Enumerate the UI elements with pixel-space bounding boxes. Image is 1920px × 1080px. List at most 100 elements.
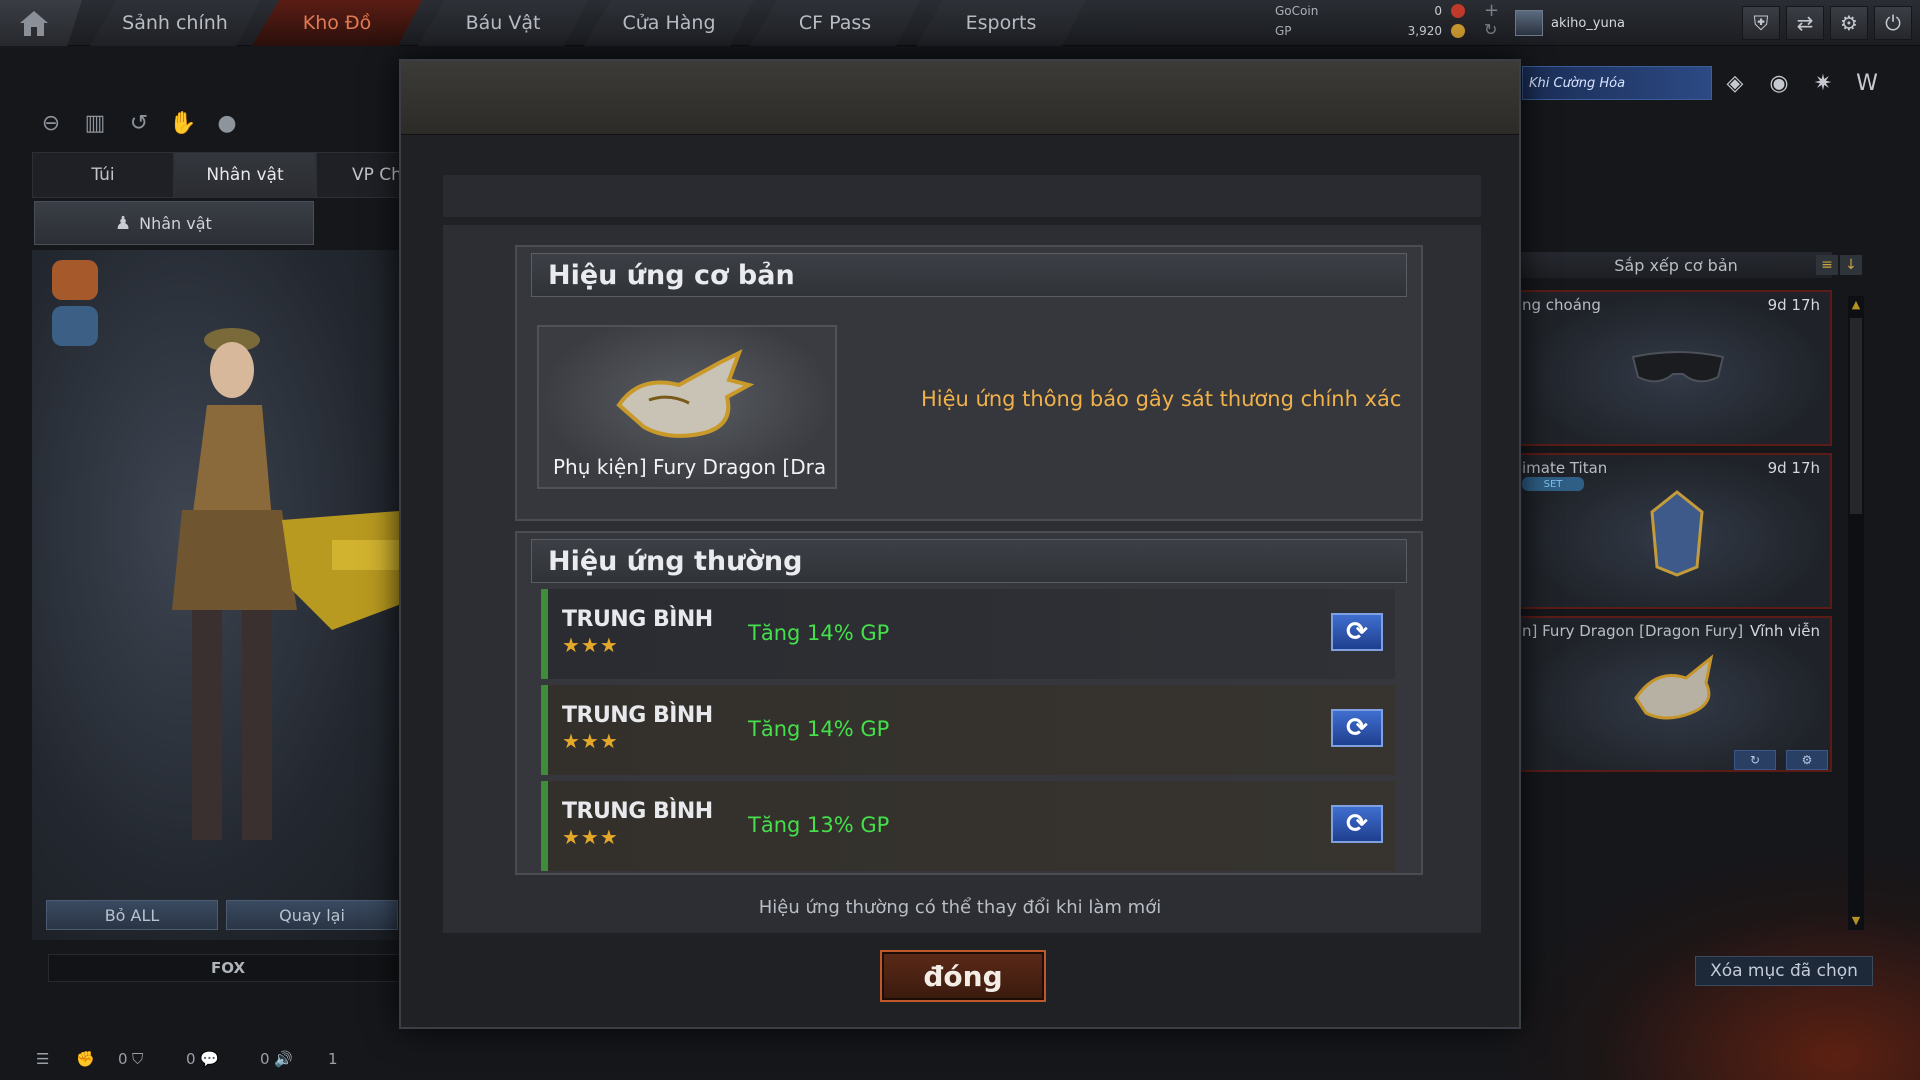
item-time: 9d 17h bbox=[1767, 459, 1820, 477]
refresh-effect-button[interactable]: ⟳ bbox=[1331, 613, 1383, 651]
rotate-icon[interactable]: ↺ bbox=[124, 108, 154, 138]
weapon-enhance-icon[interactable]: ✷ bbox=[1808, 68, 1838, 98]
gloves-icon: ✊ bbox=[76, 1050, 95, 1068]
dialog-header bbox=[401, 61, 1519, 135]
gear-icon[interactable]: ⚙ bbox=[1830, 6, 1868, 40]
refresh-currency-icon[interactable]: ↻ bbox=[1484, 20, 1497, 39]
chat-icon: 💬 bbox=[200, 1050, 219, 1068]
goggles-icon bbox=[1631, 351, 1725, 383]
avatar bbox=[1515, 10, 1543, 36]
refresh-icon: ⟳ bbox=[1346, 617, 1368, 647]
item-card[interactable]: n] Fury Dragon [Dragon Fury] Vĩnh viễn ↻… bbox=[1520, 616, 1832, 772]
item-name: imate Titan bbox=[1522, 459, 1608, 477]
item-name: ng choáng bbox=[1522, 296, 1601, 314]
pose-icon[interactable]: ✋ bbox=[168, 108, 198, 138]
power-icon[interactable]: ⏻ bbox=[1874, 6, 1912, 40]
normal-effect-title: Hiệu ứng thường bbox=[531, 539, 1407, 583]
item-card[interactable]: imate Titan 9d 17h SET bbox=[1520, 453, 1832, 609]
scroll-down-icon[interactable]: ▼ bbox=[1848, 912, 1864, 928]
slot-fire-icon[interactable] bbox=[52, 260, 98, 300]
nav-tab-esports[interactable]: Esports bbox=[916, 0, 1086, 46]
gear-icon[interactable]: ⚙ bbox=[1786, 750, 1828, 770]
status-count-3: 0 bbox=[260, 1050, 270, 1068]
tab-character[interactable]: Nhân vật bbox=[174, 152, 316, 198]
gocoin-label: GoCoin bbox=[1275, 4, 1319, 18]
banner-text: Khi Cường Hóa bbox=[1529, 75, 1626, 91]
back-button[interactable]: Quay lại bbox=[226, 900, 398, 930]
w-logo-icon[interactable]: W bbox=[1852, 68, 1882, 98]
sub-tab-label: Nhân vật bbox=[139, 213, 212, 233]
sub-tab-character[interactable]: ♟ Nhân vật bbox=[34, 201, 314, 245]
gocoin-value: 0 bbox=[1434, 4, 1442, 18]
rank-badge-icon[interactable]: ◈ bbox=[1720, 68, 1750, 98]
nav-tab-inventory[interactable]: Kho Đồ bbox=[252, 0, 422, 46]
basic-effect-section: Hiệu ứng cơ bản Phụ kiện] Fury Dragon [D… bbox=[515, 245, 1423, 521]
shield-icon: ⛉ bbox=[132, 1050, 144, 1068]
effect-text: Tăng 14% GP bbox=[748, 717, 890, 741]
basic-item-label: Phụ kiện] Fury Dragon [Dragon Fury] bbox=[553, 455, 825, 479]
dragon-accessory-icon bbox=[616, 348, 755, 438]
clan-icon[interactable]: ⛨ bbox=[1742, 6, 1780, 40]
exit-room-icon[interactable]: ⇄ bbox=[1786, 6, 1824, 40]
list-view-icon[interactable]: ≡ bbox=[1816, 255, 1838, 275]
character-name: FOX bbox=[48, 954, 408, 982]
sort-label: Sắp xếp cơ bản bbox=[1614, 255, 1738, 275]
tab-bag[interactable]: Túi bbox=[32, 152, 174, 198]
normal-effect-section: Hiệu ứng thường TRUNG BÌNH ★★★ Tăng 14% … bbox=[515, 531, 1423, 875]
basic-item-card: Phụ kiện] Fury Dragon [Dragon Fury] bbox=[537, 325, 837, 489]
sort-down-icon[interactable]: ↓ bbox=[1840, 255, 1862, 275]
refresh-note: Hiệu ứng thường có thể thay đổi khi làm … bbox=[758, 897, 1162, 918]
character-add-icon: ♟ bbox=[115, 212, 132, 234]
status-count-1: 0 bbox=[118, 1050, 128, 1068]
effect-rank: TRUNG BÌNH bbox=[562, 799, 713, 824]
left-toolbar: ⊖ ▥ ↺ ✋ ● bbox=[36, 108, 242, 138]
refresh-icon: ⟳ bbox=[1346, 713, 1368, 743]
effect-dialog: Hiệu ứng cơ bản Phụ kiện] Fury Dragon [D… bbox=[399, 59, 1521, 1029]
item-card[interactable]: ng choáng 9d 17h bbox=[1520, 290, 1832, 446]
refresh-effect-button[interactable]: ⟳ bbox=[1331, 709, 1383, 747]
effect-stars: ★★★ bbox=[562, 633, 619, 657]
speaker-icon: 🔊 bbox=[274, 1050, 293, 1068]
refresh-effect-button[interactable]: ⟳ bbox=[1331, 805, 1383, 843]
user-info[interactable]: akiho_yuna bbox=[1515, 10, 1625, 36]
toggle-off-icon[interactable]: ⊖ bbox=[36, 108, 66, 138]
effect-text: Tăng 14% GP bbox=[748, 621, 890, 645]
home-button[interactable] bbox=[0, 0, 82, 46]
effect-text: Tăng 13% GP bbox=[748, 813, 890, 837]
event-banner[interactable]: Khi Cường Hóa bbox=[1522, 66, 1712, 100]
status-count-4: 1 bbox=[328, 1050, 338, 1068]
effect-row: TRUNG BÌNH ★★★ Tăng 14% GP ⟳ bbox=[541, 685, 1395, 775]
username: akiho_yuna bbox=[1551, 15, 1625, 31]
status-bar: ☰ ✊ 0 ⛉ 0 💬 0 🔊 1 bbox=[36, 1050, 338, 1068]
armor-icon bbox=[1650, 490, 1704, 577]
right-toolbar: ◈ ◉ ✷ W bbox=[1720, 68, 1882, 98]
effect-stars: ★★★ bbox=[562, 729, 619, 753]
basic-effect-text: Hiệu ứng thông báo gây sát thương chính … bbox=[921, 387, 1402, 411]
gp-coin-icon bbox=[1451, 24, 1465, 38]
effect-row: TRUNG BÌNH ★★★ Tăng 14% GP ⟳ bbox=[541, 589, 1395, 679]
refresh-gp-button[interactable]: ↻ bbox=[1734, 750, 1776, 770]
nav-tab-shop[interactable]: Cửa Hàng bbox=[584, 0, 754, 46]
remove-all-button[interactable]: Bỏ ALL bbox=[46, 900, 218, 930]
grenade-icon[interactable]: ● bbox=[212, 108, 242, 138]
character-model bbox=[172, 328, 412, 840]
dragon-accessory-icon bbox=[1634, 654, 1714, 720]
scrollbar-thumb[interactable] bbox=[1850, 318, 1862, 514]
add-currency-icon[interactable]: + bbox=[1484, 0, 1499, 21]
nav-tab-lobby[interactable]: Sảnh chính bbox=[90, 0, 260, 46]
set-badge: SET bbox=[1522, 477, 1584, 491]
globe-icon[interactable]: ◉ bbox=[1764, 68, 1794, 98]
clear-selected-button[interactable]: Xóa mục đã chọn bbox=[1695, 956, 1873, 986]
effect-rank: TRUNG BÌNH bbox=[562, 703, 713, 728]
close-button[interactable]: đóng bbox=[880, 950, 1046, 1002]
left-tabs: Túi Nhân vật VP Chức bbox=[32, 152, 458, 198]
item-name: n] Fury Dragon [Dragon Fury] bbox=[1522, 622, 1744, 640]
refresh-icon: ⟳ bbox=[1346, 809, 1368, 839]
stats-icon[interactable]: ▥ bbox=[80, 108, 110, 138]
scroll-up-icon[interactable]: ▲ bbox=[1848, 296, 1864, 312]
nav-tab-cfpass[interactable]: CF Pass bbox=[750, 0, 920, 46]
nav-tab-treasure[interactable]: Báu Vật bbox=[418, 0, 588, 46]
sort-dropdown[interactable]: Sắp xếp cơ bản bbox=[1520, 252, 1832, 278]
gp-label: GP bbox=[1275, 24, 1292, 38]
menu-icon[interactable]: ☰ bbox=[36, 1050, 76, 1068]
